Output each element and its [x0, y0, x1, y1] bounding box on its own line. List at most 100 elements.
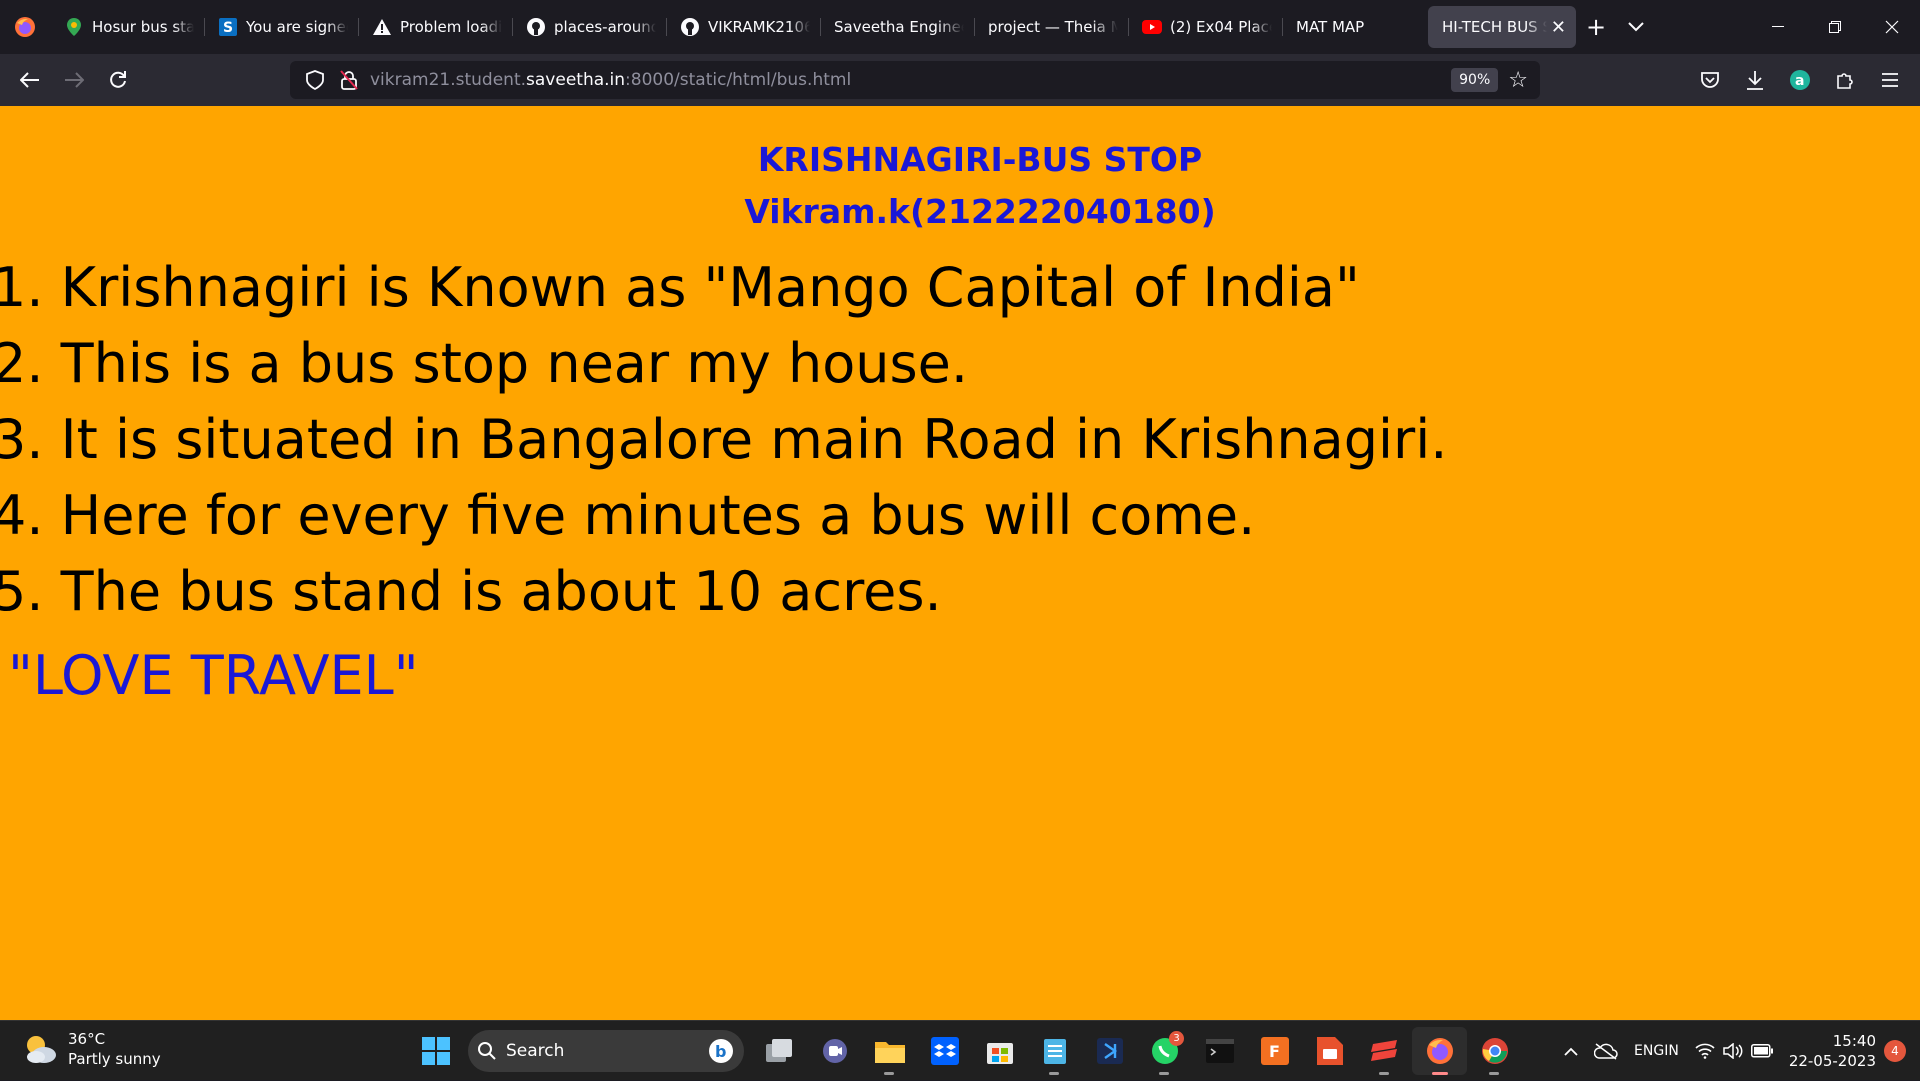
- forward-button[interactable]: [52, 60, 96, 100]
- list-item: 3. It is situated in Bangalore main Road…: [0, 408, 1448, 471]
- tab-theia-project[interactable]: project — Theia Mu: [974, 6, 1128, 48]
- close-icon: [1885, 20, 1898, 34]
- chevron-up-icon: [1564, 1047, 1578, 1056]
- anydesk-app[interactable]: [1357, 1027, 1412, 1075]
- dropbox-icon: [930, 1037, 959, 1065]
- navigation-toolbar: vikram21.student.saveetha.in:8000/static…: [0, 54, 1920, 106]
- tab-problem-loading[interactable]: Problem loading page: [358, 6, 512, 48]
- app-menu-button[interactable]: [1867, 60, 1912, 100]
- task-view-button[interactable]: [752, 1027, 807, 1075]
- tab-saveetha[interactable]: Saveetha Engineering: [820, 6, 974, 48]
- firefox-app[interactable]: [1412, 1027, 1467, 1075]
- url-prefix: vikram21.student.: [370, 70, 527, 90]
- tab-title: Problem loading page: [400, 18, 502, 36]
- show-hidden-icons-button[interactable]: [1556, 1047, 1586, 1056]
- wifi-icon: [1695, 1043, 1715, 1059]
- code-editor-icon: [1096, 1038, 1123, 1064]
- clock-date: 22-05-2023: [1788, 1052, 1876, 1070]
- task-view-icon: [765, 1039, 792, 1062]
- new-tab-button[interactable]: +: [1576, 7, 1616, 47]
- battery-icon: [1750, 1044, 1773, 1058]
- teams-chat-app[interactable]: [807, 1027, 862, 1075]
- network-volume-battery[interactable]: [1687, 1043, 1781, 1059]
- running-indicator: [884, 1072, 894, 1075]
- clock[interactable]: 15:40 22-05-2023: [1781, 1031, 1884, 1071]
- notepad-app[interactable]: [1027, 1027, 1082, 1075]
- reload-button[interactable]: [96, 60, 140, 100]
- heading-author: Vikram.k(212222040180): [744, 192, 1216, 231]
- tab-strip: Hosur bus stand S You are signed in Prob…: [0, 0, 1920, 54]
- minimize-button[interactable]: [1749, 0, 1806, 54]
- bing-icon: b: [709, 1039, 733, 1063]
- extensions-button[interactable]: [1822, 60, 1867, 100]
- tab-title: HI-TECH BUS STAND: [1442, 18, 1547, 36]
- taskbar-search[interactable]: Search b: [468, 1030, 744, 1072]
- folder-icon: [874, 1042, 905, 1063]
- tab-places-around[interactable]: places-around-me: [512, 6, 666, 48]
- extension-a-button[interactable]: a: [1777, 60, 1822, 100]
- onedrive-button[interactable]: [1586, 1042, 1626, 1060]
- list-all-tabs-button[interactable]: [1616, 7, 1656, 47]
- plus-icon: +: [1585, 13, 1607, 41]
- running-indicator: [1432, 1072, 1448, 1075]
- system-tray: ENG IN 15:40 22-05-2023 4: [1556, 1021, 1920, 1081]
- tab-hi-tech-bus-stand[interactable]: HI-TECH BUS STAND ✕: [1428, 6, 1576, 48]
- address-bar[interactable]: vikram21.student.saveetha.in:8000/static…: [290, 61, 1540, 99]
- tab-youtube-ex04[interactable]: (2) Ex04 Places: [1128, 6, 1282, 48]
- layers-icon: [1370, 1040, 1397, 1061]
- pocket-icon: [1700, 72, 1719, 88]
- list-item: 4. Here for every five minutes a bus wil…: [0, 484, 1256, 547]
- firefox-menu-icon[interactable]: [0, 0, 50, 54]
- weather-description: Partly sunny: [68, 1050, 161, 1068]
- svg-text:F: F: [1269, 1042, 1280, 1061]
- tab-vikramk[interactable]: VIKRAMK21062: [666, 6, 820, 48]
- dropbox-app[interactable]: [917, 1027, 972, 1075]
- tab-title: Hosur bus stand: [92, 18, 194, 36]
- start-button[interactable]: [414, 1029, 458, 1073]
- notification-badge: 3: [1169, 1031, 1184, 1046]
- bookmark-star-icon[interactable]: ☆: [1508, 68, 1528, 93]
- github-icon: [680, 17, 700, 37]
- extension-a-icon: a: [1789, 70, 1810, 90]
- restore-icon: [1828, 21, 1841, 33]
- downloads-button[interactable]: [1732, 60, 1777, 100]
- file-explorer-app[interactable]: [862, 1027, 917, 1075]
- fusion-icon: F: [1260, 1037, 1289, 1065]
- reload-icon: [110, 71, 126, 88]
- notification-center-badge[interactable]: 4: [1884, 1040, 1906, 1062]
- running-indicator: [1159, 1072, 1169, 1075]
- fusion-360-app[interactable]: F: [1247, 1027, 1302, 1075]
- tab-title: You are signed in: [246, 18, 348, 36]
- close-window-button[interactable]: [1863, 0, 1920, 54]
- close-icon[interactable]: ✕: [1551, 17, 1566, 38]
- microsoft-store-app[interactable]: [972, 1027, 1027, 1075]
- whatsapp-app[interactable]: 3: [1137, 1027, 1192, 1075]
- zoom-reset-button[interactable]: 90%: [1451, 68, 1499, 92]
- restore-button[interactable]: [1806, 0, 1863, 54]
- minimize-icon: [1771, 26, 1784, 27]
- tab-signed-in[interactable]: S You are signed in: [204, 6, 358, 48]
- powerpoint-app[interactable]: [1302, 1027, 1357, 1075]
- svg-text:S: S: [223, 20, 233, 36]
- volume-icon: [1723, 1043, 1743, 1059]
- language-indicator[interactable]: ENG IN: [1626, 1042, 1687, 1061]
- tab-hosur-bus-stand[interactable]: Hosur bus stand: [50, 6, 204, 48]
- chrome-app[interactable]: [1467, 1027, 1522, 1075]
- pocket-button[interactable]: [1687, 60, 1732, 100]
- url-text[interactable]: vikram21.student.saveetha.in:8000/static…: [370, 70, 1451, 90]
- vscode-app[interactable]: [1082, 1027, 1137, 1075]
- facts-list: 1. Krishnagiri is Known as "Mango Capita…: [0, 250, 1920, 630]
- web-page: KRISHNAGIRI-BUS STOP Vikram.k(2122220401…: [0, 106, 1920, 1020]
- insecure-lock-icon[interactable]: [332, 63, 366, 97]
- chevron-down-icon: [1628, 22, 1644, 32]
- running-indicator: [1489, 1072, 1499, 1075]
- arrow-left-icon: [20, 72, 39, 88]
- weather-widget[interactable]: 36°C Partly sunny: [22, 1029, 161, 1069]
- clock-time: 15:40: [1832, 1032, 1876, 1050]
- terminal-app[interactable]: [1192, 1027, 1247, 1075]
- shield-icon[interactable]: [298, 63, 332, 97]
- url-domain: saveetha.in: [526, 70, 626, 90]
- notepad-icon: [1043, 1039, 1066, 1064]
- back-button[interactable]: [8, 60, 52, 100]
- tab-mat-map[interactable]: MAT MAP: [1282, 6, 1422, 48]
